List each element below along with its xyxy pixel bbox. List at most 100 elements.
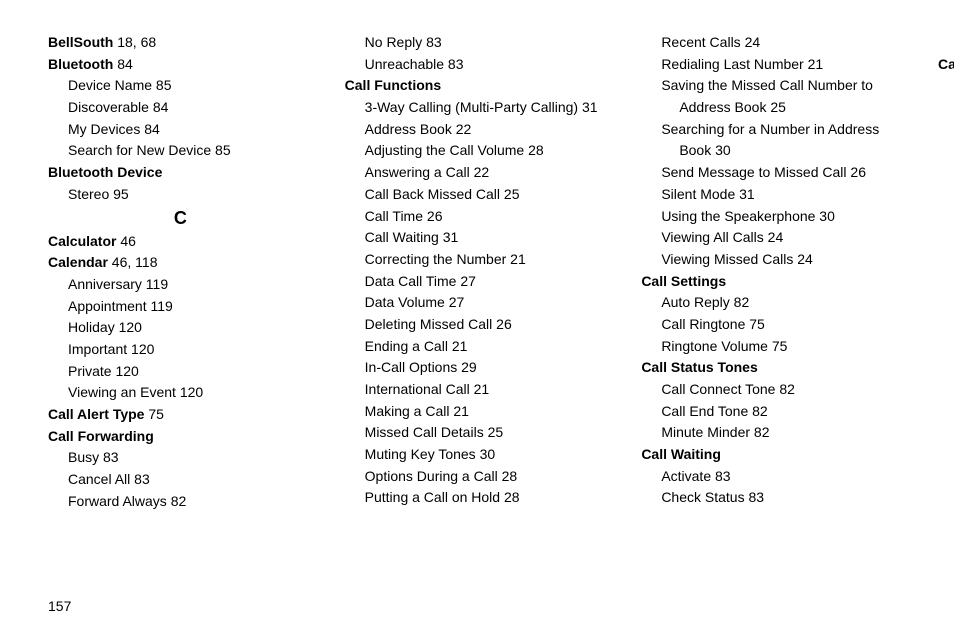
index-subentry[interactable]: Call Connect Tone 82	[641, 379, 906, 401]
page-number: 157	[48, 598, 71, 614]
index-subentry[interactable]: Auto Reply 82	[641, 292, 906, 314]
index-subentry[interactable]: Private 120	[48, 361, 313, 383]
index-term: Private	[68, 363, 112, 379]
index-pages: 27	[445, 294, 464, 310]
index-subentry[interactable]: My Devices 84	[48, 119, 313, 141]
index-subentry[interactable]: Muting Key Tones 30	[345, 444, 610, 466]
index-subentry[interactable]: Forward Always 82	[48, 491, 313, 513]
index-pages: 25	[484, 424, 503, 440]
index-pages: 21	[470, 381, 489, 397]
index-subentry[interactable]: Activate 83	[641, 466, 906, 488]
index-subentry[interactable]: Putting a Call on Hold 28	[345, 487, 610, 509]
index-subentry[interactable]: Making a Call 21	[345, 401, 610, 423]
index-entry[interactable]: Camcorder 111	[938, 54, 954, 76]
index-subentry[interactable]: Saving the Missed Call Number to Address…	[641, 75, 906, 118]
index-subentry[interactable]: Viewing All Calls 24	[641, 227, 906, 249]
index-subentry[interactable]: Check Status 83	[641, 487, 906, 509]
index-subentry[interactable]: Silent Mode 31	[641, 184, 906, 206]
index-subentry[interactable]: Deleting Missed Call 26	[345, 314, 610, 336]
index-term: Address Book	[365, 121, 452, 137]
index-subentry[interactable]: Holiday 120	[48, 317, 313, 339]
index-subentry[interactable]: International Call 21	[345, 379, 610, 401]
index-term: My Devices	[68, 121, 140, 137]
index-subentry[interactable]: Appointment 119	[48, 296, 313, 318]
index-entry[interactable]: BellSouth 18, 68	[48, 32, 313, 54]
index-subentry[interactable]: In-Call Options 29	[345, 357, 610, 379]
index-subentry[interactable]: Call Time 26	[345, 206, 610, 228]
index-subentry[interactable]: Stereo 95	[48, 184, 313, 206]
index-pages: 28	[524, 142, 543, 158]
index-pages: 119	[142, 276, 168, 292]
index-term: Ringtone Volume	[661, 338, 768, 354]
index-entry[interactable]: Call Waiting	[641, 444, 906, 466]
index-subentry[interactable]: Call End Tone 82	[641, 401, 906, 423]
index-subentry[interactable]: Recent Calls 24	[641, 32, 906, 54]
index-term: Putting a Call on Hold	[365, 489, 500, 505]
index-term: Call Functions	[345, 77, 441, 93]
index-term: Anniversary	[68, 276, 142, 292]
index-subentry[interactable]: Camcorder Options 112	[938, 97, 954, 119]
section-heading-c: C	[48, 208, 313, 229]
index-subentry[interactable]: Discoverable 84	[48, 97, 313, 119]
index-subentry[interactable]: Device Name 85	[48, 75, 313, 97]
index-subentry[interactable]: Call Ringtone 75	[641, 314, 906, 336]
index-subentry[interactable]: Address Book 22	[345, 119, 610, 141]
index-term: Silent Mode	[661, 186, 735, 202]
index-term: Bluetooth	[48, 56, 113, 72]
index-subentry[interactable]: Ending a Call 21	[345, 336, 610, 358]
index-subentry[interactable]: Cancel All 83	[48, 469, 313, 491]
index-term: Call Connect Tone	[661, 381, 775, 397]
index-entry[interactable]: Call Status Tones	[641, 357, 906, 379]
index-term: Call Time	[365, 208, 423, 224]
index-subentry[interactable]: Call Waiting 31	[345, 227, 610, 249]
index-entry[interactable]: Calculator 46	[48, 231, 313, 253]
index-subentry[interactable]: Missed Call Details 25	[345, 422, 610, 444]
index-subentry[interactable]: Search for New Device 85	[48, 140, 313, 162]
index-subentry[interactable]: Accessing the Video Folder 114	[938, 75, 954, 97]
index-subentry[interactable]: Answering a Call 22	[345, 162, 610, 184]
index-term: Call Settings	[641, 273, 726, 289]
index-subentry[interactable]: Ringtone Volume 75	[641, 336, 906, 358]
index-pages: 22	[452, 121, 471, 137]
index-subentry[interactable]: Viewing Missed Calls 24	[641, 249, 906, 271]
index-subentry[interactable]: Anniversary 119	[48, 274, 313, 296]
index-term: BellSouth	[48, 34, 113, 50]
index-subentry[interactable]: Data Volume 27	[345, 292, 610, 314]
index-term: In-Call Options	[365, 359, 458, 375]
index-subentry[interactable]: Correcting the Number 21	[345, 249, 610, 271]
index-subentry[interactable]: No Reply 83	[345, 32, 610, 54]
index-subentry[interactable]: Data Call Time 27	[345, 271, 610, 293]
index-pages: 18, 68	[113, 34, 156, 50]
index-pages: 82	[775, 381, 794, 397]
index-subentry[interactable]: 3-Way Calling (Multi-Party Calling) 31	[345, 97, 610, 119]
index-subentry[interactable]: Send Message to Missed Call 26	[641, 162, 906, 184]
index-entry[interactable]: Bluetooth Device	[48, 162, 313, 184]
index-subentry[interactable]: Redialing Last Number 21	[641, 54, 906, 76]
index-term: Important	[68, 341, 127, 357]
index-entry[interactable]: Call Forwarding	[48, 426, 313, 448]
index-subentry[interactable]: Call Back Missed Call 25	[345, 184, 610, 206]
index-term: Adjusting the Call Volume	[365, 142, 525, 158]
index-entry[interactable]: Call Alert Type 75	[48, 404, 313, 426]
index-subentry[interactable]: Deactivate 83	[938, 32, 954, 54]
index-subentry[interactable]: Searching for a Number in Address Book 3…	[641, 119, 906, 162]
index-term: Search for New Device	[68, 142, 211, 158]
index-term: Call Waiting	[641, 446, 721, 462]
index-pages: 46	[116, 233, 135, 249]
index-term: Device Name	[68, 77, 152, 93]
index-subentry[interactable]: Busy 83	[48, 447, 313, 469]
index-subentry[interactable]: Shooting Video 111	[938, 119, 954, 141]
index-entry[interactable]: Call Settings	[641, 271, 906, 293]
index-entry[interactable]: Bluetooth 84	[48, 54, 313, 76]
index-subentry[interactable]: Unreachable 83	[345, 54, 610, 76]
index-subentry[interactable]: Options During a Call 28	[345, 466, 610, 488]
index-subentry[interactable]: Important 120	[48, 339, 313, 361]
index-term: Muting Key Tones	[365, 446, 476, 462]
index-entry[interactable]: Call Functions	[345, 75, 610, 97]
index-subentry[interactable]: Adjusting the Call Volume 28	[345, 140, 610, 162]
index-subentry[interactable]: Using the Speakerphone 30	[641, 206, 906, 228]
index-subentry[interactable]: Viewing an Event 120	[48, 382, 313, 404]
index-subentry[interactable]: Minute Minder 82	[641, 422, 906, 444]
index-pages: 26	[423, 208, 442, 224]
index-entry[interactable]: Calendar 46, 118	[48, 252, 313, 274]
